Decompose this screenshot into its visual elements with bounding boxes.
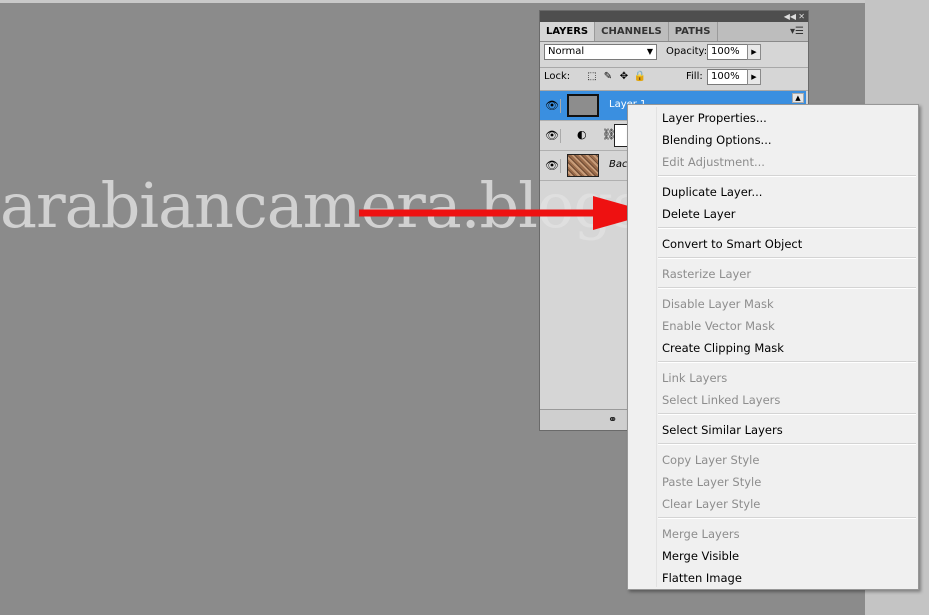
menu-item-enable-vector-mask: Enable Vector Mask bbox=[662, 319, 775, 333]
menu-item-select-similar-layers[interactable]: Select Similar Layers bbox=[662, 419, 783, 441]
collapse-icon[interactable]: ◀◀ bbox=[784, 11, 796, 22]
menu-item-link-layers: Link Layers bbox=[662, 371, 728, 385]
red-arrow-annotation bbox=[359, 196, 653, 230]
menu-separator bbox=[658, 287, 916, 289]
menu-item-duplicate-layer[interactable]: Duplicate Layer... bbox=[662, 181, 762, 203]
menu-item-layer-properties[interactable]: Layer Properties... bbox=[662, 107, 767, 129]
fill-label: Fill: bbox=[686, 71, 703, 82]
menu-item-copy-layer-style: Copy Layer Style bbox=[662, 453, 760, 467]
fill-slider-button[interactable]: ▶ bbox=[747, 69, 761, 85]
menu-item-flatten-image[interactable]: Flatten Image bbox=[662, 567, 742, 589]
layer-context-menu: Layer Properties... Blending Options... Ed… bbox=[627, 104, 919, 590]
menu-separator bbox=[658, 413, 916, 415]
blend-mode-select[interactable]: Normal ▼ bbox=[544, 44, 657, 60]
chevron-down-icon: ▼ bbox=[646, 47, 653, 56]
divider bbox=[540, 67, 808, 68]
menu-item-disable-layer-mask: Disable Layer Mask bbox=[662, 297, 774, 311]
canvas-top-edge bbox=[0, 0, 865, 3]
panel-titlebar[interactable]: ◀◀ ✕ bbox=[540, 11, 808, 22]
tab-layers[interactable]: LAYERS bbox=[540, 22, 596, 41]
tab-paths[interactable]: PATHS bbox=[669, 22, 718, 41]
menu-item-create-clipping-mask[interactable]: Create Clipping Mask bbox=[662, 337, 784, 359]
adjustment-layer-icon: ◐ bbox=[577, 128, 587, 141]
menu-item-edit-adjustment: Edit Adjustment... bbox=[662, 155, 765, 169]
lock-pixels-icon[interactable]: ✎ bbox=[602, 71, 614, 83]
fill-field[interactable]: 100% bbox=[707, 69, 749, 85]
menu-item-convert-to-smart-object[interactable]: Convert to Smart Object bbox=[662, 233, 802, 255]
menu-item-merge-layers: Merge Layers bbox=[662, 527, 740, 541]
lock-transparency-icon[interactable]: ⬚ bbox=[586, 71, 598, 83]
lock-label: Lock: bbox=[544, 71, 571, 82]
panel-menu-icon[interactable]: ▾☰ bbox=[790, 22, 804, 41]
lock-icons: ⬚ ✎ ✥ 🔒 bbox=[586, 71, 646, 83]
menu-separator bbox=[658, 175, 916, 177]
lock-all-icon[interactable]: 🔒 bbox=[634, 71, 646, 83]
menu-separator bbox=[658, 443, 916, 445]
menu-separator bbox=[658, 227, 916, 229]
close-icon[interactable]: ✕ bbox=[798, 11, 805, 22]
scroll-up-icon[interactable]: ▲ bbox=[792, 93, 804, 103]
menu-item-rasterize-layer: Rasterize Layer bbox=[662, 267, 752, 281]
menu-separator bbox=[658, 257, 916, 259]
blend-mode-value: Normal bbox=[548, 46, 585, 57]
link-layers-icon[interactable]: ⚭ bbox=[608, 413, 617, 426]
menu-item-delete-layer[interactable]: Delete Layer bbox=[662, 203, 736, 225]
opacity-label: Opacity: bbox=[666, 46, 708, 57]
opacity-field[interactable]: 100% bbox=[707, 44, 749, 60]
menu-item-paste-layer-style: Paste Layer Style bbox=[662, 475, 762, 489]
menu-item-blending-options[interactable]: Blending Options... bbox=[662, 129, 772, 151]
layer-thumbnail bbox=[567, 94, 599, 117]
menu-item-merge-visible[interactable]: Merge Visible bbox=[662, 545, 739, 567]
menu-separator bbox=[658, 361, 916, 363]
lock-position-icon[interactable]: ✥ bbox=[618, 71, 630, 83]
layer-thumbnail bbox=[567, 154, 599, 177]
blend-row: Normal ▼ Opacity: 100% ▶ bbox=[544, 44, 806, 62]
menu-item-select-linked-layers: Select Linked Layers bbox=[662, 393, 781, 407]
menu-gutter bbox=[656, 107, 657, 587]
panel-tabs: LAYERS CHANNELS PATHS ▾☰ bbox=[540, 22, 808, 42]
lock-row: Lock: ⬚ ✎ ✥ 🔒 Fill: 100% ▶ bbox=[544, 69, 806, 87]
menu-item-clear-layer-style: Clear Layer Style bbox=[662, 497, 761, 511]
tab-channels[interactable]: CHANNELS bbox=[595, 22, 669, 41]
eye-icon[interactable]: 👁 bbox=[544, 99, 561, 113]
opacity-slider-button[interactable]: ▶ bbox=[747, 44, 761, 60]
eye-icon[interactable]: 👁 bbox=[544, 159, 561, 173]
menu-separator bbox=[658, 517, 916, 519]
eye-icon[interactable]: 👁 bbox=[544, 129, 561, 143]
